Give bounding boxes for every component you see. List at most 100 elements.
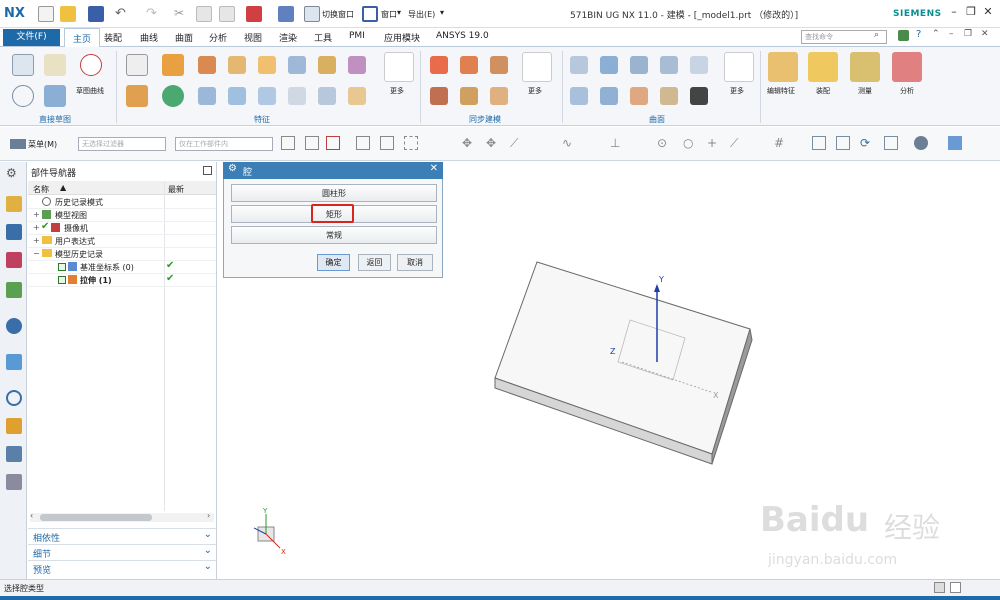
make-coplanar-icon[interactable] <box>490 87 508 105</box>
revolve-icon[interactable] <box>126 85 148 107</box>
panel-dependencies[interactable]: 相依性 ⌄ <box>28 528 216 544</box>
face-rule-icon[interactable] <box>380 136 394 150</box>
replace-face-icon[interactable] <box>522 52 552 82</box>
scroll-right-icon[interactable]: › <box>207 511 210 520</box>
tab-home[interactable]: 主页 <box>64 28 101 47</box>
tab-surface[interactable]: 曲面 <box>175 31 193 44</box>
switch-window-label[interactable]: 切换窗口 <box>322 9 354 20</box>
scroll-left-icon[interactable]: ‹ <box>30 511 33 520</box>
reuse-library-icon[interactable] <box>6 282 22 298</box>
tab-view[interactable]: 视图 <box>244 31 262 44</box>
new-file-icon[interactable] <box>38 6 54 22</box>
emboss-icon[interactable] <box>348 87 366 105</box>
midpoint-icon[interactable]: ∿ <box>562 136 576 150</box>
bounded-plane-icon[interactable] <box>690 56 708 74</box>
expand-icon[interactable]: + <box>33 236 40 245</box>
quadrant-icon[interactable]: ○ <box>683 136 697 150</box>
paint-icon[interactable] <box>278 6 294 22</box>
dialog-close-icon[interactable]: ✕ <box>430 163 438 174</box>
sync-more-label[interactable]: 更多 <box>528 86 542 96</box>
help-icon[interactable]: ? <box>916 29 921 40</box>
clock-icon[interactable] <box>6 390 22 406</box>
display-part-icon[interactable] <box>948 136 962 150</box>
redo-icon[interactable]: ↷ <box>146 6 162 22</box>
snap-icon[interactable] <box>281 136 295 150</box>
extrude-icon[interactable] <box>162 54 184 76</box>
export-menu[interactable]: 导出(E) <box>408 9 435 20</box>
open-folder-icon[interactable] <box>60 6 76 22</box>
checkbox[interactable] <box>58 276 66 284</box>
horizontal-scrollbar[interactable] <box>30 513 214 522</box>
paste-icon[interactable] <box>219 6 235 22</box>
curve-mesh-icon[interactable] <box>570 87 588 105</box>
through-curves-icon[interactable] <box>570 56 588 74</box>
tab-ansys[interactable]: ANSYS 19.0 <box>436 31 489 41</box>
nav-row-user-expressions[interactable]: + 用户表达式 <box>28 235 216 248</box>
general-button[interactable]: 常规 <box>231 226 437 244</box>
endpoint-icon[interactable]: ✥ <box>486 136 500 150</box>
thread-icon[interactable] <box>384 52 414 82</box>
n-sided-icon[interactable] <box>600 87 618 105</box>
settings-gear-icon[interactable]: ⚙ <box>6 166 22 182</box>
process-studio-icon[interactable] <box>6 446 22 462</box>
tab-assembly[interactable]: 装配 <box>104 31 122 44</box>
undo-icon[interactable]: ↶ <box>115 6 131 22</box>
trim-body-icon[interactable] <box>288 87 306 105</box>
menu-icon[interactable] <box>10 139 26 149</box>
close-icon[interactable]: ✕ <box>981 5 995 19</box>
sketch-point-icon[interactable] <box>44 54 66 76</box>
edit-feature-label[interactable]: 编辑特征 <box>767 86 795 96</box>
line-snap-icon[interactable]: ⟋ <box>510 136 524 150</box>
system-material-icon[interactable] <box>6 418 22 434</box>
rotate-icon[interactable]: ⟳ <box>860 136 874 150</box>
web-browser-icon[interactable] <box>6 318 22 334</box>
window-icon-green[interactable] <box>898 30 909 41</box>
tab-render[interactable]: 渲染 <box>279 31 297 44</box>
column-name[interactable]: 名称 <box>33 184 49 195</box>
orient-view-icon[interactable] <box>884 136 898 150</box>
menu-button[interactable]: 菜单(M) <box>28 139 57 150</box>
render-style-icon[interactable] <box>914 136 928 150</box>
resize-blend-icon[interactable] <box>460 87 478 105</box>
offset-region-icon[interactable] <box>490 56 508 74</box>
copy-icon[interactable] <box>196 6 212 22</box>
move-face-icon[interactable] <box>430 56 448 74</box>
subtract-icon[interactable] <box>288 56 306 74</box>
zoom-icon[interactable] <box>836 136 850 150</box>
sketch-icon[interactable] <box>12 54 34 76</box>
nav-row-datum-csys[interactable]: 基准坐标系 (0) ✔ <box>28 260 216 274</box>
tab-curve[interactable]: 曲线 <box>140 31 158 44</box>
delete-face-icon[interactable] <box>430 87 448 105</box>
surface-more-label[interactable]: 更多 <box>730 86 744 96</box>
swept-icon[interactable] <box>630 56 648 74</box>
status-icon-2[interactable] <box>950 582 961 593</box>
checkbox[interactable] <box>58 263 66 271</box>
tab-tools[interactable]: 工具 <box>314 31 332 44</box>
datum-plane-icon[interactable] <box>126 54 148 76</box>
studio-surface-icon[interactable] <box>660 56 678 74</box>
fit-icon[interactable] <box>812 136 826 150</box>
patch-icon[interactable] <box>690 87 708 105</box>
column-latest[interactable]: 最新 <box>168 184 184 195</box>
curve-rule-icon[interactable] <box>356 136 370 150</box>
restore-doc-icon[interactable]: ❐ <box>964 29 972 39</box>
selection-filter-combo[interactable]: 无选择过滤器 <box>78 137 166 151</box>
nav-row-cameras[interactable]: + ✔ 摄像机 <box>28 221 216 235</box>
tab-analysis[interactable]: 分析 <box>209 31 227 44</box>
window-dropdown-icon[interactable]: ▾ <box>397 8 401 17</box>
ruled-surface-icon[interactable] <box>600 56 618 74</box>
tab-pmi[interactable]: PMI <box>349 31 365 41</box>
cylindrical-button[interactable]: 圆柱形 <box>231 184 437 202</box>
back-button[interactable]: 返回 <box>358 254 391 271</box>
analysis-icon[interactable] <box>892 52 922 82</box>
roles-icon[interactable] <box>6 474 22 490</box>
minimize-icon[interactable]: – <box>947 5 961 19</box>
project-icon[interactable] <box>44 85 66 107</box>
minimize-doc-icon[interactable]: – <box>949 29 954 39</box>
expand-icon[interactable]: + <box>33 223 40 232</box>
close-doc-icon[interactable]: ✕ <box>981 29 989 39</box>
nav-row-history-mode[interactable]: 历史记录模式 <box>28 196 216 209</box>
ok-button[interactable]: 确定 <box>317 254 350 271</box>
extension-sheet-icon[interactable] <box>724 52 754 82</box>
feature-select-icon[interactable] <box>326 136 340 150</box>
